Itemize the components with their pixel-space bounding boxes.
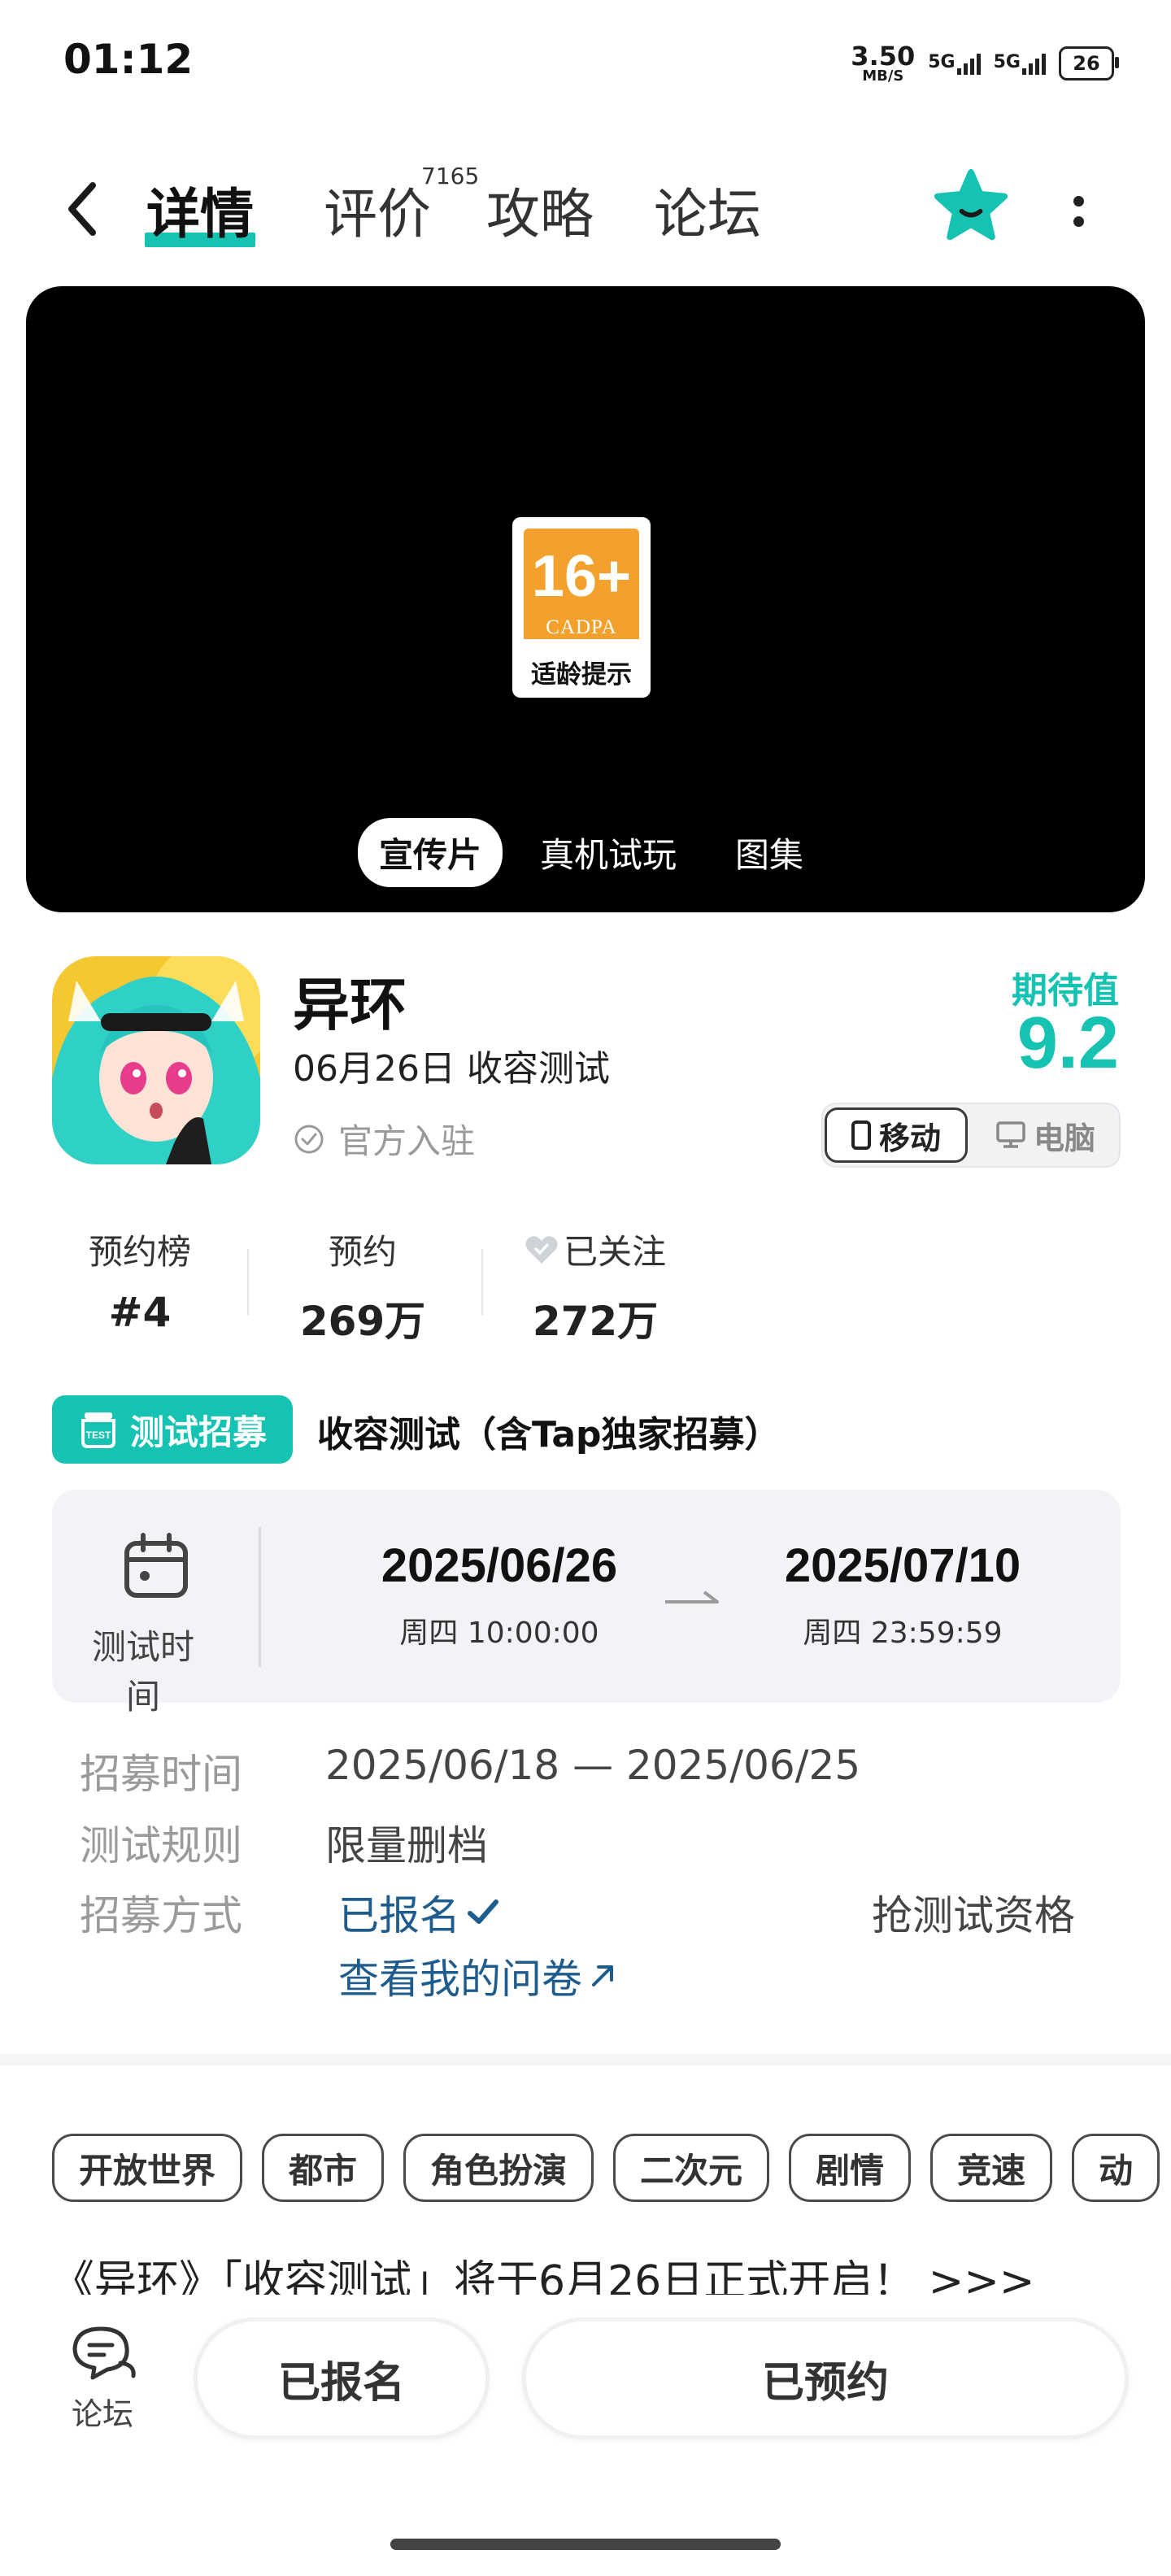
tag-item[interactable]: 二次元: [613, 2134, 770, 2202]
media-tab-gameplay[interactable]: 真机试玩: [519, 818, 698, 887]
tab-review[interactable]: 评价: [324, 171, 431, 249]
recruit-time-label: 招募时间: [80, 1751, 242, 1798]
tab-guide[interactable]: 攻略: [486, 171, 594, 249]
arrow-right-icon: [665, 1590, 719, 1603]
signal-2-icon: 5G: [994, 52, 1046, 75]
tag-item[interactable]: 都市: [262, 2134, 385, 2202]
star-icon: [934, 168, 1008, 241]
heart-icon: [525, 1235, 558, 1264]
battery-icon: 26: [1059, 46, 1119, 80]
platform-pc-button[interactable]: 电脑: [974, 1107, 1117, 1163]
review-count: 7165: [421, 163, 480, 189]
test-time-card: 测试时间 2025/06/26 周四 10:00:00 2025/07/10 周…: [52, 1490, 1121, 1717]
age-rating-badge: 16+ CADPA 适龄提示: [512, 517, 651, 698]
stat-followers[interactable]: 已关注 272万: [498, 1225, 693, 1347]
monitor-icon: [996, 1121, 1025, 1148]
more-options-button[interactable]: [1054, 179, 1103, 244]
game-icon: [52, 956, 260, 1164]
status-indicators: 3.50 MB/S 5G 5G 26: [851, 39, 1119, 88]
expect-score: 9.2: [1016, 1003, 1119, 1084]
chat-bubble-icon: [72, 2326, 136, 2380]
stat-divider: [481, 1249, 483, 1316]
tab-detail[interactable]: 详情: [145, 171, 255, 249]
recruit-method-value: 已报名: [338, 1883, 499, 1942]
test-start: 2025/06/26 周四 10:00:00: [381, 1539, 618, 1650]
tag-item[interactable]: 竞速: [930, 2134, 1053, 2202]
test-time-label: 测试时间: [91, 1627, 194, 1717]
check-icon: [468, 1899, 498, 1924]
svg-text:TEST: TEST: [86, 1429, 111, 1441]
test-end: 2025/07/10 周四 23:59:59: [784, 1539, 1021, 1650]
network-speed: 3.50 MB/S: [851, 41, 916, 85]
media-tabs: 宣传片 真机试玩 图集: [358, 818, 825, 887]
test-rule-value: 限量删档: [325, 1822, 488, 1869]
recruit-title: 收容测试（含Tap独家招募）: [317, 1414, 781, 1456]
test-icon: TEST: [81, 1412, 115, 1448]
recruit-time-value: 2025/06/18 — 2025/06/25: [325, 1742, 861, 1789]
chevron-left-icon: [68, 182, 96, 236]
test-rule-label: 测试规则: [80, 1822, 242, 1869]
platform-mobile-button[interactable]: 移动: [825, 1107, 968, 1163]
registered-button[interactable]: 已报名: [194, 2317, 490, 2439]
media-tab-gallery[interactable]: 图集: [714, 818, 825, 887]
platform-switch: 移动 电脑: [821, 1103, 1121, 1168]
grab-qualification-button[interactable]: 抢测试资格: [872, 1883, 1075, 1942]
stat-reservations: 预约 269万: [299, 1232, 426, 1345]
tab-forum[interactable]: 论坛: [654, 171, 761, 249]
follow-star-button[interactable]: [932, 168, 1010, 246]
tag-item[interactable]: 动: [1072, 2134, 1160, 2202]
tags-row: 开放世界 都市 角色扮演 二次元 剧情 竞速 动: [52, 2134, 1160, 2202]
stat-divider: [247, 1249, 249, 1316]
arrow-up-right-icon: [592, 1965, 613, 1986]
card-divider: [259, 1527, 261, 1667]
questionnaire-link[interactable]: 查看我的问卷: [338, 1947, 616, 2005]
section-divider: [0, 2054, 1171, 2065]
recruit-badge: TEST 测试招募: [52, 1395, 293, 1464]
recruit-method-label: 招募方式: [80, 1892, 242, 1939]
announcement-text[interactable]: 《异环》「收容测试」将于6月26日正式开启！ >>>: [52, 2249, 1109, 2295]
signal-1-icon: 5G: [928, 52, 981, 75]
stat-ranking[interactable]: 预约榜 #4: [42, 1225, 237, 1336]
game-test-date: 06月26日 收容测试: [293, 1048, 610, 1090]
check-circle-icon: [294, 1125, 324, 1153]
forum-entry-button[interactable]: 论坛: [62, 2324, 143, 2434]
back-button[interactable]: [57, 172, 106, 246]
home-indicator[interactable]: [390, 2539, 781, 2550]
official-badge: 官方入驻: [293, 1114, 475, 1164]
tag-item[interactable]: 角色扮演: [403, 2134, 594, 2202]
tag-item[interactable]: 开放世界: [52, 2134, 243, 2202]
game-name: 异环: [293, 972, 407, 1038]
status-time: 01:12: [63, 36, 194, 83]
media-tab-trailer[interactable]: 宣传片: [358, 818, 503, 887]
calendar-icon: [124, 1533, 188, 1598]
reserved-button[interactable]: 已预约: [522, 2317, 1129, 2439]
phone-icon: [851, 1120, 871, 1150]
tag-item[interactable]: 剧情: [789, 2134, 912, 2202]
